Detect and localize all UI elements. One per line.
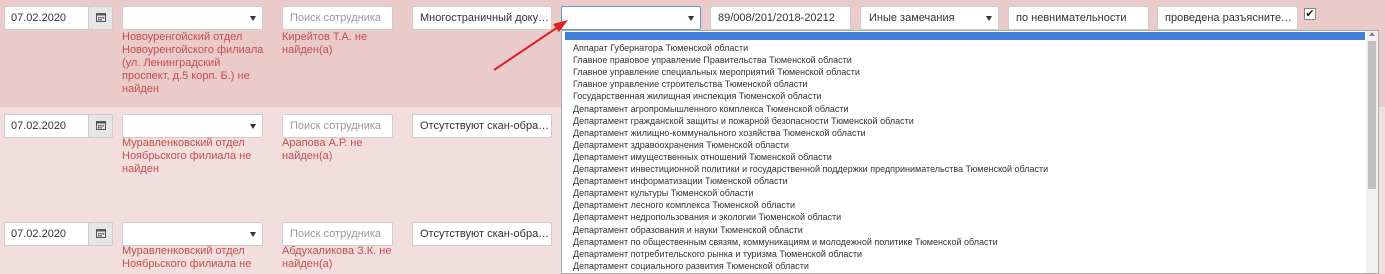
calendar-icon bbox=[95, 228, 106, 241]
dropdown-option[interactable]: Главное управление специальных мероприят… bbox=[562, 66, 1364, 78]
dropdown-option[interactable]: Департамент имущественных отношений Тюме… bbox=[562, 151, 1364, 163]
remark-type-value: Иные замечания bbox=[869, 12, 955, 24]
chevron-down-icon bbox=[688, 16, 694, 21]
action-input[interactable]: проведена разъяснитель... bbox=[1157, 6, 1298, 30]
dropdown-option[interactable]: Департамент жилищно-коммунального хозяйс… bbox=[562, 127, 1364, 139]
reason-input[interactable]: по невнимательности bbox=[1008, 6, 1149, 30]
scroll-up-icon[interactable] bbox=[1369, 32, 1375, 36]
department-select[interactable] bbox=[122, 114, 263, 138]
employee-error: Абдухаликова З.К. не найден(а) bbox=[282, 245, 392, 270]
confirm-checkbox[interactable]: ✔ bbox=[1304, 8, 1316, 20]
date-input[interactable]: 07.02.2020 bbox=[4, 6, 89, 30]
calendar-icon bbox=[95, 12, 106, 25]
dropdown-option[interactable]: Департамент образования и науки Тюменско… bbox=[562, 224, 1364, 236]
dropdown-option[interactable]: Департамент гражданской защиты и пожарно… bbox=[562, 115, 1364, 127]
dropdown-option[interactable]: Департамент инвестиционной политики и го… bbox=[562, 163, 1364, 175]
employee-search-input[interactable]: Поиск сотрудника bbox=[282, 114, 393, 138]
dropdown-option[interactable]: Департамент культуры Тюменской области bbox=[562, 187, 1364, 199]
date-input[interactable]: 07.02.2020 bbox=[4, 114, 89, 138]
calendar-button[interactable] bbox=[88, 6, 113, 30]
dropdown-option[interactable]: Главное правовое управление Правительств… bbox=[562, 54, 1364, 66]
document-type-select[interactable]: Многостраничный докум... bbox=[412, 6, 552, 30]
remark-type-select[interactable]: Иные замечания bbox=[860, 6, 999, 30]
document-type-select[interactable]: Отсутствуют скан-образы... bbox=[412, 114, 552, 138]
employee-search-input[interactable]: Поиск сотрудника bbox=[282, 222, 393, 246]
calendar-button[interactable] bbox=[88, 222, 113, 246]
dropdown-option[interactable]: Департамент по общественным связям, комм… bbox=[562, 236, 1364, 248]
organization-select[interactable] bbox=[561, 6, 701, 30]
dropdown-option[interactable]: Аппарат Губернатора Тюменской области bbox=[562, 42, 1364, 54]
chevron-down-icon bbox=[250, 232, 256, 237]
dropdown-search-highlight[interactable] bbox=[565, 32, 1365, 40]
department-error: Муравленковский отдел Ноябрьского филиал… bbox=[122, 245, 252, 270]
registration-number-input[interactable]: 89/008/201/2018-20212 bbox=[710, 6, 851, 30]
employee-error: Арапова А.Р. не найден(а) bbox=[282, 137, 363, 162]
dropdown-option[interactable]: Департамент социального развития Тюменск… bbox=[562, 260, 1364, 272]
employee-error: Кирейтов Т.А. не найден(а) bbox=[282, 31, 368, 56]
department-select[interactable] bbox=[122, 6, 263, 30]
scrollbar-thumb[interactable] bbox=[1368, 41, 1376, 189]
department-error: Новоуренгойский отдел Новоуренгойского ф… bbox=[122, 31, 264, 95]
dropdown-scrollbar[interactable] bbox=[1366, 31, 1378, 273]
calendar-button[interactable] bbox=[88, 114, 113, 138]
department-select[interactable] bbox=[122, 222, 263, 246]
dropdown-option[interactable]: Департамент здравоохранения Тюменской об… bbox=[562, 139, 1364, 151]
dropdown-option[interactable]: Департамент потребительского рынка и тур… bbox=[562, 248, 1364, 260]
dropdown-option[interactable]: Департамент информатизации Тюменской обл… bbox=[562, 175, 1364, 187]
date-input[interactable]: 07.02.2020 bbox=[4, 222, 89, 246]
calendar-icon bbox=[95, 120, 106, 133]
dropdown-option[interactable]: Государственная жилищная инспекция Тюмен… bbox=[562, 90, 1364, 102]
document-type-select[interactable]: Отсутствуют скан-образы... bbox=[412, 222, 552, 246]
dropdown-option[interactable]: Департамент агропромышленного комплекса … bbox=[562, 103, 1364, 115]
dropdown-option[interactable]: Департамент недропользования и экологии … bbox=[562, 211, 1364, 223]
employee-search-input[interactable]: Поиск сотрудника bbox=[282, 6, 393, 30]
dropdown-option[interactable]: Главное управление строительства Тюменск… bbox=[562, 78, 1364, 90]
organization-dropdown-list[interactable]: Аппарат Губернатора Тюменской области Гла… bbox=[561, 30, 1379, 274]
chevron-down-icon bbox=[986, 16, 992, 21]
department-error: Муравленковский отдел Ноябрьского филиал… bbox=[122, 137, 252, 175]
chevron-down-icon bbox=[250, 124, 256, 129]
dropdown-option[interactable]: Департамент лесного комплекса Тюменской … bbox=[562, 199, 1364, 211]
chevron-down-icon bbox=[250, 16, 256, 21]
